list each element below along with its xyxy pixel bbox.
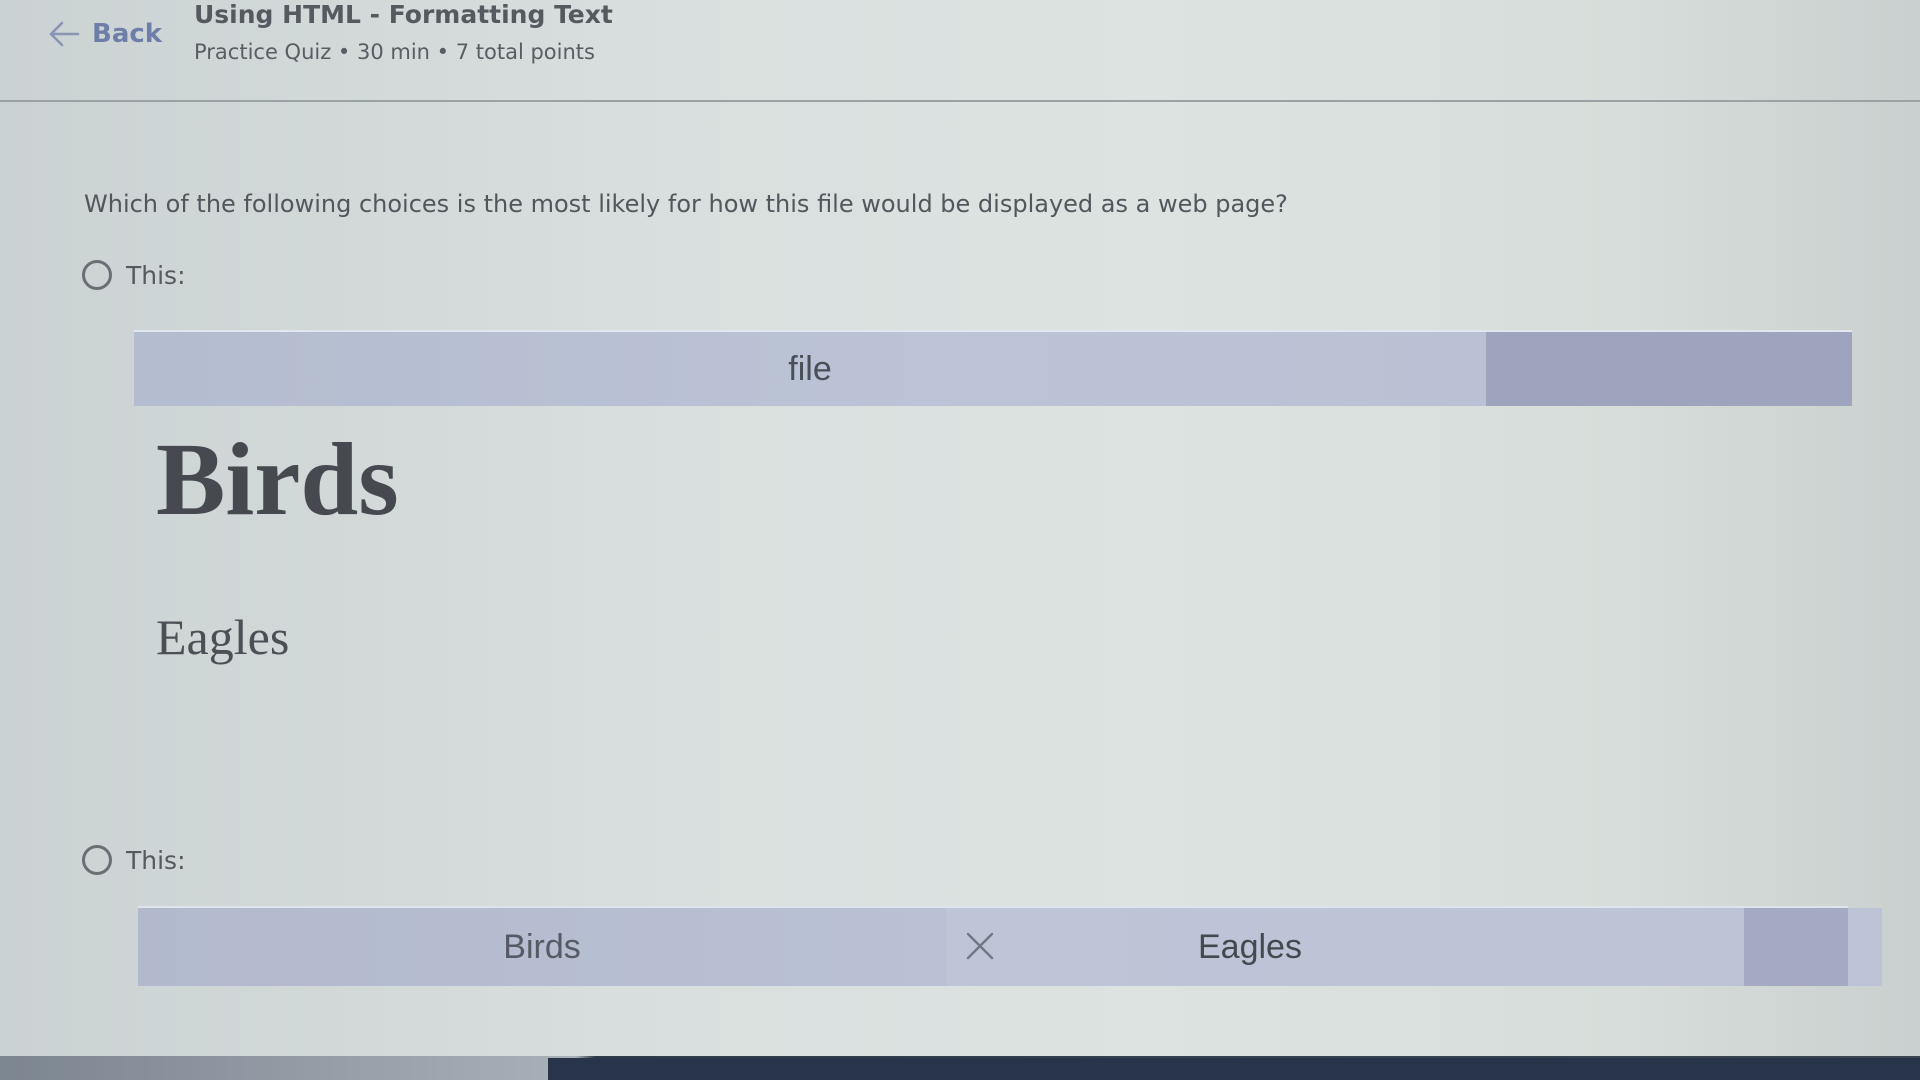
option-a[interactable]: This: (82, 260, 186, 290)
quiz-header: Back Using HTML - Formatting Text Practi… (0, 0, 1920, 102)
browser-tab-eagles-title: Eagles (1198, 928, 1302, 966)
option-a-preview-tabbar: file (134, 330, 1852, 406)
option-a-label: This: (126, 260, 186, 290)
back-label[interactable]: Back (92, 19, 162, 49)
radio-icon[interactable] (82, 845, 112, 875)
preview-paragraph: Eagles (156, 609, 290, 665)
taskbar-apps (548, 1058, 1920, 1080)
question-text: Which of the following choices is the mo… (84, 190, 1288, 218)
option-b[interactable]: This: (82, 845, 186, 875)
quiz-meta: Practice Quiz • 30 min • 7 total points (194, 40, 595, 64)
radio-icon[interactable] (82, 260, 112, 290)
close-icon (964, 930, 996, 962)
arrow-left-icon (48, 20, 80, 48)
page-title: Using HTML - Formatting Text (194, 0, 613, 29)
back-button[interactable]: Back (48, 14, 162, 54)
browser-tab-empty (1486, 332, 1852, 406)
preview-heading: Birds (156, 422, 399, 537)
option-b-preview-tabbar: Birds Eagles (138, 906, 1882, 986)
browser-tab-title: file (788, 350, 832, 388)
option-b-label: This: (126, 845, 186, 875)
browser-tab-birds-title: Birds (503, 928, 581, 966)
